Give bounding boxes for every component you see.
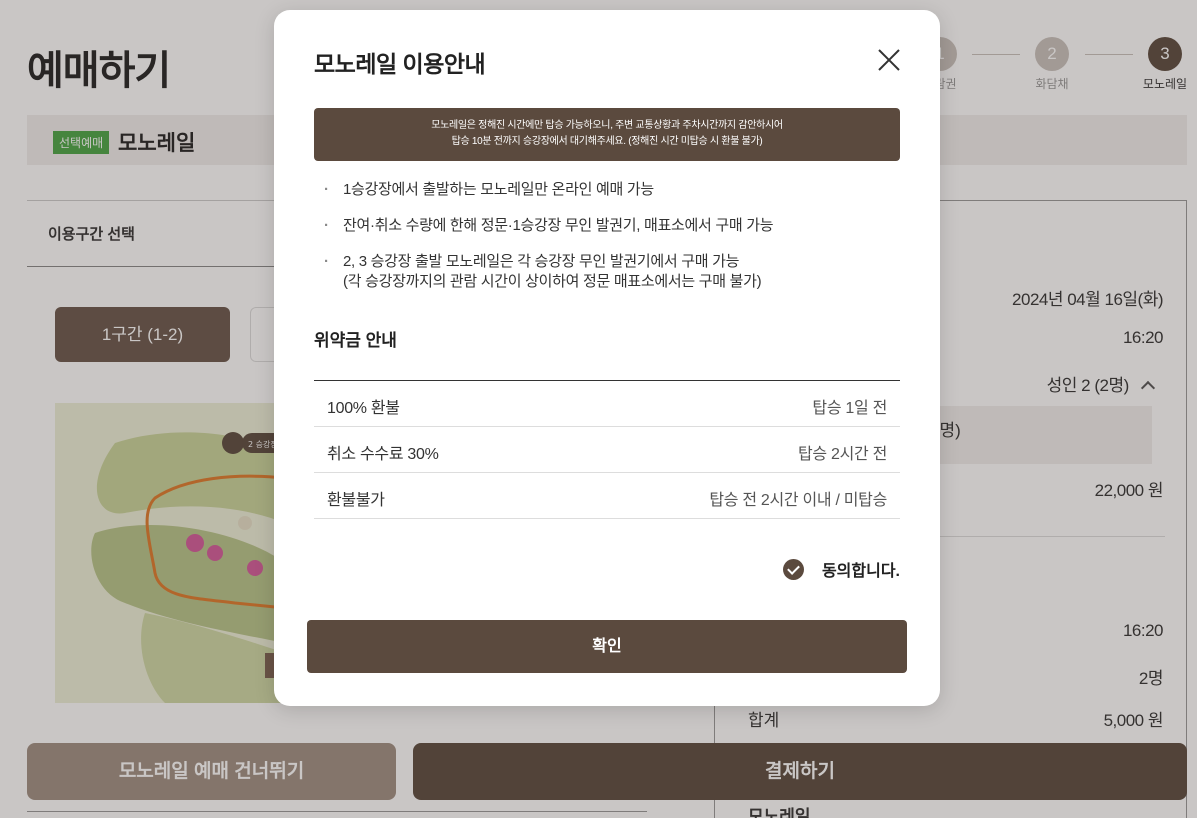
- confirm-button[interactable]: 확인: [307, 620, 907, 673]
- penalty-condition: 환불불가: [327, 492, 385, 509]
- close-icon: [878, 49, 900, 71]
- bullet-item: 잔여·취소 수량에 한해 정문·1승강장 무인 발권기, 매표소에서 구매 가능: [324, 216, 884, 236]
- agree-label: 동의합니다.: [821, 563, 900, 580]
- penalty-row: 100% 환불 탑승 1일 전: [314, 381, 900, 427]
- check-icon: [782, 558, 804, 580]
- notice-line-1: 모노레일은 정해진 시간에만 탑승 가능하오니, 주변 교통상황과 주차시간까지…: [431, 120, 783, 131]
- penalty-row: 취소 수수료 30% 탑승 2시간 전: [314, 427, 900, 473]
- penalty-title: 위약금 안내: [314, 331, 397, 350]
- bullet-item: 1승강장에서 출발하는 모노레일만 온라인 예매 가능: [324, 180, 884, 200]
- penalty-timing: 탑승 1일 전: [812, 400, 887, 417]
- close-button[interactable]: [876, 47, 902, 73]
- notice-banner: 모노레일은 정해진 시간에만 탑승 가능하오니, 주변 교통상황과 주차시간까지…: [314, 108, 900, 161]
- penalty-timing: 탑승 2시간 전: [798, 446, 887, 463]
- agree-checkbox[interactable]: 동의합니다.: [782, 558, 900, 580]
- info-bullet-list: 1승강장에서 출발하는 모노레일만 온라인 예매 가능 잔여·취소 수량에 한해…: [324, 180, 884, 308]
- penalty-condition: 취소 수수료 30%: [327, 446, 439, 463]
- bullet-item: 2, 3 승강장 출발 모노레일은 각 승강장 무인 발권기에서 구매 가능 (…: [324, 252, 884, 292]
- penalty-condition: 100% 환불: [327, 400, 400, 417]
- bullet-subtext: (각 승강장까지의 관람 시간이 상이하여 정문 매표소에서는 구매 불가): [343, 273, 762, 290]
- penalty-timing: 탑승 전 2시간 이내 / 미탑승: [709, 492, 887, 509]
- modal-title: 모노레일 이용안내: [314, 51, 486, 77]
- penalty-table: 100% 환불 탑승 1일 전 취소 수수료 30% 탑승 2시간 전 환불불가…: [314, 380, 900, 519]
- penalty-row: 환불불가 탑승 전 2시간 이내 / 미탑승: [314, 473, 900, 519]
- notice-line-2: 탑승 10분 전까지 승강장에서 대기해주세요. (정해진 시간 미탑승 시 환…: [451, 136, 763, 147]
- bullet-text: 잔여·취소 수량에 한해 정문·1승강장 무인 발권기, 매표소에서 구매 가능: [343, 217, 774, 234]
- bullet-text: 2, 3 승강장 출발 모노레일은 각 승강장 무인 발권기에서 구매 가능: [343, 253, 740, 270]
- bullet-text: 1승강장에서 출발하는 모노레일만 온라인 예매 가능: [343, 181, 654, 198]
- monorail-info-modal: 모노레일 이용안내 모노레일은 정해진 시간에만 탑승 가능하오니, 주변 교통…: [274, 10, 940, 706]
